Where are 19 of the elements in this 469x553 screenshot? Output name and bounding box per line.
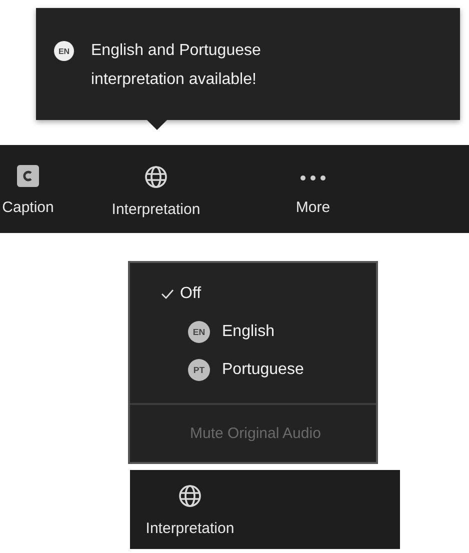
toolbar-button[interactable]: Caption <box>0 145 66 233</box>
language-badge: EN <box>54 41 74 61</box>
option-label: Portuguese <box>222 361 304 379</box>
language-badge: PT <box>188 359 210 381</box>
menu-option[interactable]: Off <box>130 275 376 313</box>
menu-option[interactable]: EN English <box>130 313 376 351</box>
toolbar-button[interactable]: Interpretation <box>135 470 245 549</box>
globe-icon <box>178 484 202 508</box>
toolbar-button[interactable]: More <box>263 145 363 233</box>
more-icon <box>300 175 326 181</box>
option-label: English <box>222 323 274 341</box>
toolbar-button[interactable]: Interpretation <box>101 145 211 233</box>
menu-option[interactable]: PT Portuguese <box>130 351 376 389</box>
option-label: Off <box>180 285 202 303</box>
globe-icon <box>144 165 168 189</box>
notification-message: English and Portuguese interpretation available! <box>91 41 262 90</box>
caption-icon <box>17 165 39 187</box>
language-badge: EN <box>188 321 210 343</box>
check-icon <box>161 289 174 299</box>
